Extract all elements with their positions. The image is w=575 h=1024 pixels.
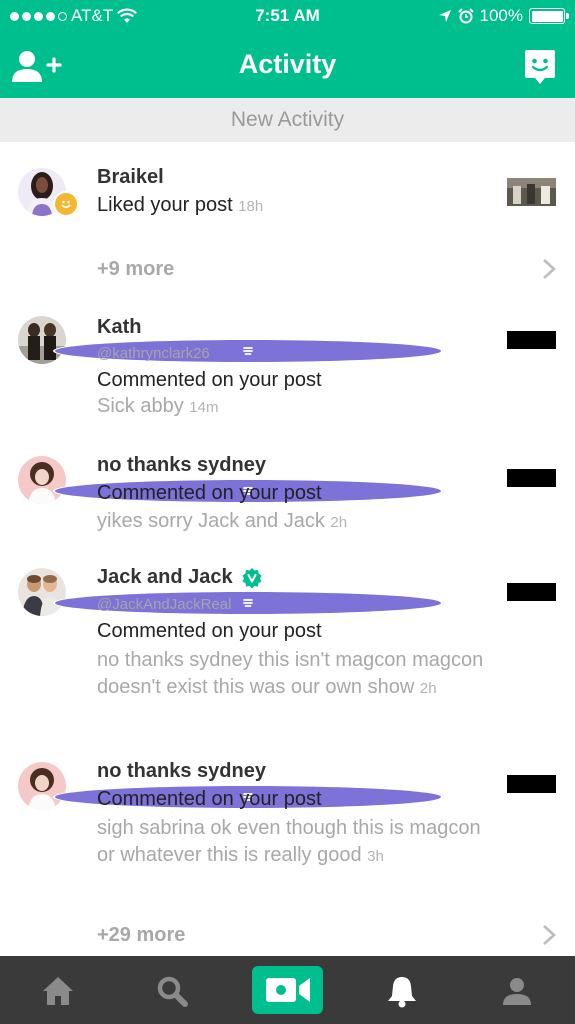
avatar[interactable] <box>18 456 66 504</box>
chevron-right-icon <box>543 925 556 945</box>
tab-profile[interactable] <box>497 972 537 1010</box>
user-name[interactable]: no thanks sydney <box>97 454 266 477</box>
more-row[interactable]: +9 more <box>0 242 575 298</box>
page-title: Activity <box>238 49 337 79</box>
avatar[interactable] <box>18 762 66 810</box>
user-name[interactable]: Braikel <box>97 166 164 189</box>
comment-body: yikes sorry Jack and Jack <box>97 510 325 532</box>
post-thumbnail[interactable] <box>507 469 556 487</box>
user-name[interactable]: Kath <box>97 316 141 339</box>
user-name[interactable]: Jack and Jack <box>97 566 263 589</box>
top-bar: AT&T 7:51 AM 100% Activity <box>0 0 575 98</box>
comment-text: sigh sabrina ok even though this is magc… <box>97 815 487 870</box>
timestamp: 14m <box>189 399 219 416</box>
post-thumbnail[interactable] <box>507 178 556 206</box>
status-bar: AT&T 7:51 AM 100% <box>0 0 575 32</box>
comment-text: Sick abby 14m <box>97 393 487 421</box>
avatar[interactable] <box>18 316 66 364</box>
like-badge <box>53 191 79 217</box>
status-right: 100% <box>438 6 569 26</box>
battery-icon <box>529 8 569 24</box>
chevron-right-icon <box>543 259 556 279</box>
header: Activity <box>0 40 575 92</box>
activity-item[interactable]: Jack and Jack @JackAndJackReal Commented… <box>0 556 575 732</box>
comment-icon <box>243 347 253 355</box>
activity-item[interactable]: no thanks sydney Commented on your post … <box>0 442 575 546</box>
user-handle[interactable]: @kathrynclark26 <box>97 345 210 362</box>
tab-bar <box>0 956 575 1024</box>
chat-smile-icon[interactable] <box>523 48 557 86</box>
activity-action: Commented on your post <box>97 369 322 391</box>
more-link[interactable]: +9 more <box>97 258 174 281</box>
user-name[interactable]: no thanks sydney <box>97 760 266 783</box>
more-row[interactable]: +29 more <box>0 912 575 956</box>
more-link[interactable]: +29 more <box>97 924 185 947</box>
comment-body: Sick abby <box>97 395 184 417</box>
home-icon <box>43 977 73 1005</box>
tab-home[interactable] <box>38 972 78 1010</box>
tab-record-video[interactable] <box>252 966 323 1014</box>
activity-item[interactable]: Braikel Liked your post 18h <box>0 142 575 242</box>
activity-action: Commented on your post <box>97 482 322 504</box>
comment-body: sigh sabrina ok even though this is magc… <box>97 817 481 866</box>
profile-icon <box>503 978 531 1005</box>
user-handle[interactable]: @JackAndJackReal <box>97 596 231 613</box>
timestamp: 2h <box>330 514 348 531</box>
activity-action: Commented on your post <box>97 788 322 810</box>
activity-action: Commented on your post <box>97 620 322 642</box>
tab-notifications[interactable] <box>382 972 422 1010</box>
comment-text: yikes sorry Jack and Jack 2h <box>97 508 487 536</box>
post-thumbnail[interactable] <box>507 331 556 349</box>
timestamp: 18h <box>238 198 264 215</box>
battery-label: 100% <box>479 6 523 25</box>
video-camera-icon <box>265 978 310 1002</box>
smile-icon <box>61 200 71 209</box>
new-activity-header: New Activity <box>0 98 575 142</box>
comment-text: no thanks sydney this isn't magcon magco… <box>97 647 487 702</box>
activity-item[interactable]: no thanks sydney Commented on your post … <box>0 748 575 898</box>
search-icon <box>157 976 188 1007</box>
bell-icon <box>388 977 416 1008</box>
user-name-text[interactable]: Jack and Jack <box>97 566 233 589</box>
tab-search[interactable] <box>152 972 192 1010</box>
verified-badge-icon <box>242 567 262 588</box>
post-thumbnail[interactable] <box>507 775 556 793</box>
avatar[interactable] <box>18 568 66 616</box>
action-text: Liked your post <box>97 194 233 216</box>
alarm-icon <box>457 8 474 24</box>
timestamp: 3h <box>367 848 384 865</box>
post-thumbnail[interactable] <box>507 583 556 601</box>
activity-item[interactable]: Kath @kathrynclark26 Commented on your p… <box>0 298 575 422</box>
timestamp: 2h <box>419 680 437 697</box>
location-arrow-icon <box>438 10 451 22</box>
activity-action: Liked your post 18h <box>97 194 263 217</box>
comment-icon <box>243 599 253 607</box>
